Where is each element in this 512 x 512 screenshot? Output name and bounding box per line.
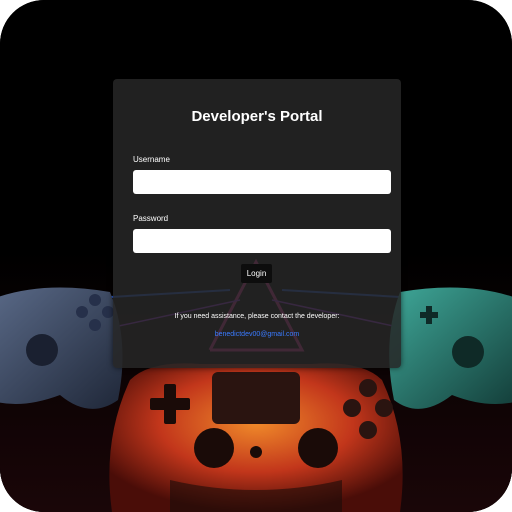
gamepad-icon-left xyxy=(0,287,123,409)
password-input[interactable] xyxy=(133,229,391,253)
page-title: Developer's Portal xyxy=(191,108,323,125)
help-text: If you need assistance, please contact t… xyxy=(174,313,340,320)
login-button[interactable]: Login xyxy=(241,264,272,283)
login-card: Developer's Portal Username Password Log… xyxy=(113,79,401,368)
contact-email-link[interactable]: benedictdev00@gmail.com xyxy=(113,331,401,338)
gamepad-icon-center xyxy=(109,363,403,512)
username-input[interactable] xyxy=(133,170,391,194)
password-label: Password xyxy=(133,214,169,223)
username-label: Username xyxy=(133,155,170,164)
app-frame: Developer's Portal Username Password Log… xyxy=(0,0,512,512)
gamepad-icon-right xyxy=(389,287,512,409)
